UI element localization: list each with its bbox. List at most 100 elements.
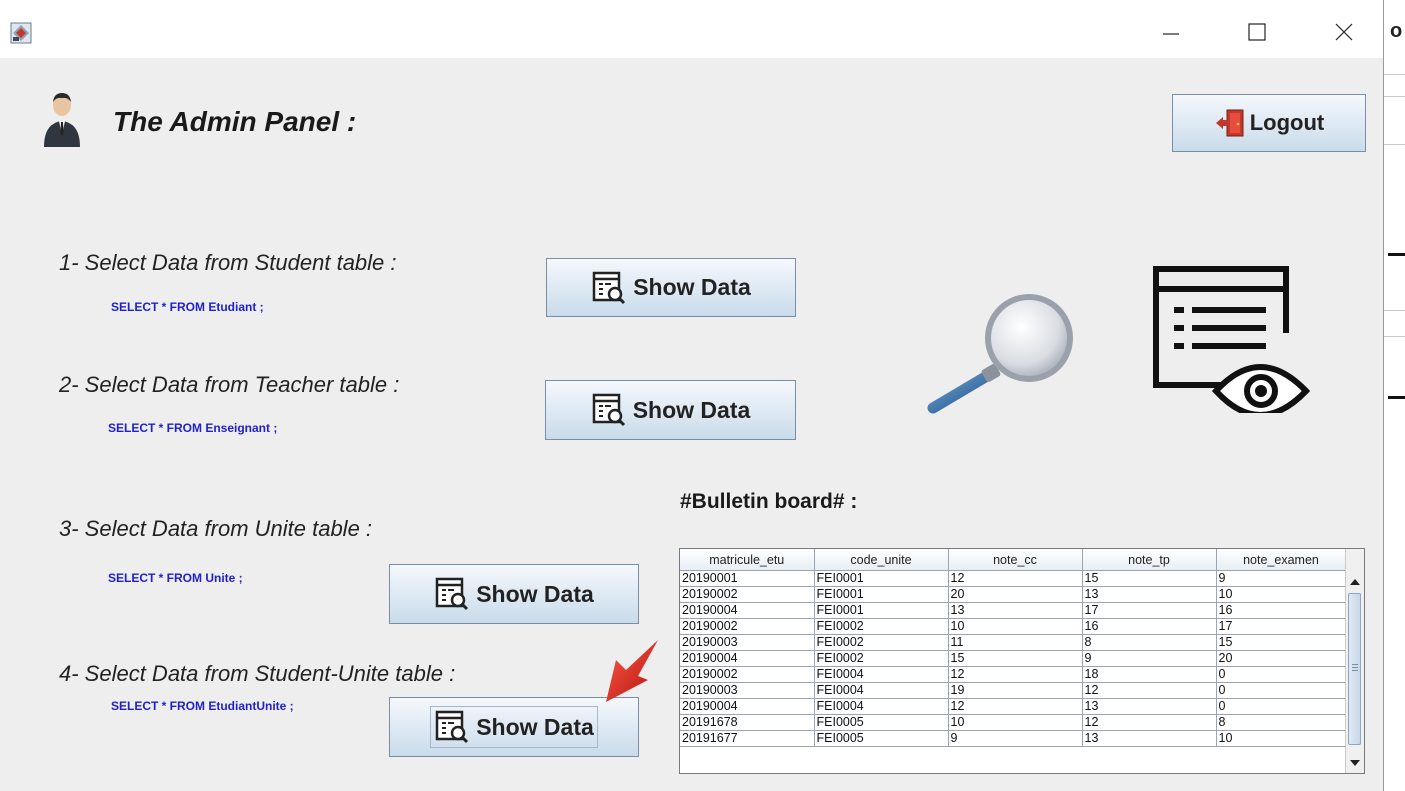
- table-cell-note-examen[interactable]: 10: [1216, 730, 1347, 747]
- minimize-button[interactable]: [1148, 14, 1194, 50]
- maximize-button[interactable]: [1234, 14, 1280, 50]
- close-button[interactable]: [1321, 14, 1367, 50]
- table-cell-note-cc[interactable]: 20: [948, 586, 1083, 603]
- table-cell-note-examen[interactable]: 0: [1216, 698, 1347, 715]
- table-cell-note-cc[interactable]: 11: [948, 634, 1083, 651]
- table-cell-note-examen[interactable]: 10: [1216, 586, 1347, 603]
- table-cell-code-unite[interactable]: FEI0005: [814, 730, 949, 747]
- document-view-icon: [1153, 266, 1310, 413]
- table-cell-note-examen[interactable]: 9: [1216, 570, 1347, 587]
- show-data-button-student[interactable]: Show Data: [546, 258, 796, 317]
- show-data-button-student-unite[interactable]: Show Data: [389, 697, 639, 757]
- table-cell-note-examen[interactable]: 15: [1216, 634, 1347, 651]
- logout-door-icon: [1215, 109, 1244, 137]
- table-cell-matricule-etu[interactable]: 20190004: [680, 650, 815, 667]
- thumb-grip: [1352, 670, 1358, 671]
- table-cell-note-examen[interactable]: 17: [1216, 618, 1347, 635]
- table-cell-note-examen[interactable]: 20: [1216, 650, 1347, 667]
- admin-user-icon: [44, 93, 80, 147]
- column-header-code-unite[interactable]: code_unite: [814, 549, 949, 571]
- table-cell-note-tp[interactable]: 8: [1082, 634, 1217, 651]
- table-cell-note-tp[interactable]: 12: [1082, 714, 1217, 731]
- table-cell-matricule-etu[interactable]: 20190003: [680, 682, 815, 699]
- table-cell-note-examen[interactable]: 0: [1216, 666, 1347, 683]
- table-row[interactable]: 20190004 FEI0004 12 13 0: [680, 698, 1347, 715]
- table-cell-code-unite[interactable]: FEI0001: [814, 586, 949, 603]
- table-cell-note-tp[interactable]: 18: [1082, 666, 1217, 683]
- table-cell-note-tp[interactable]: 17: [1082, 602, 1217, 619]
- table-cell-code-unite[interactable]: FEI0002: [814, 618, 949, 635]
- table-row[interactable]: 20190002 FEI0001 20 13 10: [680, 586, 1347, 603]
- table-cell-code-unite[interactable]: FEI0004: [814, 698, 949, 715]
- table-row[interactable]: 20190003 FEI0004 19 12 0: [680, 682, 1347, 699]
- table-cell-matricule-etu[interactable]: 20191677: [680, 730, 815, 747]
- table-search-icon: [435, 710, 469, 744]
- table-cell-note-tp[interactable]: 13: [1082, 730, 1217, 747]
- table-cell-note-cc[interactable]: 10: [948, 618, 1083, 635]
- table-row[interactable]: 20190003 FEI0002 11 8 15: [680, 634, 1347, 651]
- show-data-button-teacher[interactable]: Show Data: [545, 380, 796, 440]
- column-header-matricule-etu[interactable]: matricule_etu: [680, 549, 815, 571]
- table-cell-matricule-etu[interactable]: 20190004: [680, 698, 815, 715]
- table-cell-note-examen[interactable]: 16: [1216, 602, 1347, 619]
- table-cell-matricule-etu[interactable]: 20190003: [680, 634, 815, 651]
- table-cell-matricule-etu[interactable]: 20190002: [680, 586, 815, 603]
- table-cell-code-unite[interactable]: FEI0004: [814, 682, 949, 699]
- show-data-button-unite[interactable]: Show Data: [389, 564, 639, 624]
- table-cell-note-cc[interactable]: 15: [948, 650, 1083, 667]
- table-cell-note-cc[interactable]: 10: [948, 714, 1083, 731]
- table-cell-note-tp[interactable]: 15: [1082, 570, 1217, 587]
- table-cell-note-examen[interactable]: 8: [1216, 714, 1347, 731]
- table-cell-note-cc[interactable]: 19: [948, 682, 1083, 699]
- scroll-up-button[interactable]: [1346, 573, 1364, 591]
- table-body: 20190001 FEI0001 12 15 9 20190002 FEI0001 20 13 1…: [680, 570, 1347, 747]
- table-cell-note-cc[interactable]: 12: [948, 666, 1083, 683]
- table-cell-note-cc[interactable]: 12: [948, 570, 1083, 587]
- column-header-note-tp[interactable]: note_tp: [1082, 549, 1217, 571]
- column-header-note-cc[interactable]: note_cc: [948, 549, 1083, 571]
- table-cell-note-tp[interactable]: 12: [1082, 682, 1217, 699]
- table-row[interactable]: 20190004 FEI0001 13 17 16: [680, 602, 1347, 619]
- table-cell-code-unite[interactable]: FEI0005: [814, 714, 949, 731]
- maximize-icon: [1248, 23, 1266, 41]
- column-header-note-examen[interactable]: note_examen: [1216, 549, 1347, 571]
- bulletin-table[interactable]: matricule_etu code_unite note_cc note_tp…: [679, 548, 1365, 774]
- focus-ring: Show Data: [430, 706, 598, 748]
- table-cell-matricule-etu[interactable]: 20190002: [680, 666, 815, 683]
- table-cell-note-examen[interactable]: 0: [1216, 682, 1347, 699]
- table-search-icon: [435, 577, 469, 611]
- red-pointer-arrow-icon: [606, 640, 658, 702]
- table-cell-note-tp[interactable]: 16: [1082, 618, 1217, 635]
- scroll-up-arrow-icon: [1350, 579, 1360, 585]
- close-icon: [1335, 23, 1353, 41]
- table-cell-matricule-etu[interactable]: 20191678: [680, 714, 815, 731]
- table-cell-matricule-etu[interactable]: 20190004: [680, 602, 815, 619]
- table-cell-code-unite[interactable]: FEI0002: [814, 650, 949, 667]
- table-row[interactable]: 20190001 FEI0001 12 15 9: [680, 570, 1347, 587]
- table-cell-note-tp[interactable]: 9: [1082, 650, 1217, 667]
- table-cell-code-unite[interactable]: FEI0001: [814, 570, 949, 587]
- section-1-label: 1- Select Data from Student table :: [59, 250, 397, 275]
- table-row[interactable]: 20191678 FEI0005 10 12 8: [680, 714, 1347, 731]
- table-row[interactable]: 20190002 FEI0002 10 16 17: [680, 618, 1347, 635]
- edge-tick: [1388, 396, 1405, 399]
- table-cell-code-unite[interactable]: FEI0002: [814, 634, 949, 651]
- scrollbar-thumb[interactable]: [1348, 593, 1361, 745]
- table-cell-matricule-etu[interactable]: 20190001: [680, 570, 815, 587]
- table-row[interactable]: 20190002 FEI0004 12 18 0: [680, 666, 1347, 683]
- table-cell-note-cc[interactable]: 12: [948, 698, 1083, 715]
- table-cell-code-unite[interactable]: FEI0004: [814, 666, 949, 683]
- logout-button[interactable]: Logout: [1172, 94, 1366, 152]
- table-search-icon: [592, 393, 625, 427]
- table-cell-note-cc[interactable]: 9: [948, 730, 1083, 747]
- table-cell-matricule-etu[interactable]: 20190002: [680, 618, 815, 635]
- table-cell-note-tp[interactable]: 13: [1082, 586, 1217, 603]
- section-3-label: 3- Select Data from Unite table :: [59, 516, 373, 541]
- table-row[interactable]: 20190004 FEI0002 15 9 20: [680, 650, 1347, 667]
- table-row[interactable]: 20191677 FEI0005 9 13 10: [680, 730, 1347, 747]
- vertical-scrollbar[interactable]: [1345, 549, 1364, 773]
- table-cell-code-unite[interactable]: FEI0001: [814, 602, 949, 619]
- scroll-down-button[interactable]: [1346, 754, 1364, 772]
- table-cell-note-cc[interactable]: 13: [948, 602, 1083, 619]
- table-cell-note-tp[interactable]: 13: [1082, 698, 1217, 715]
